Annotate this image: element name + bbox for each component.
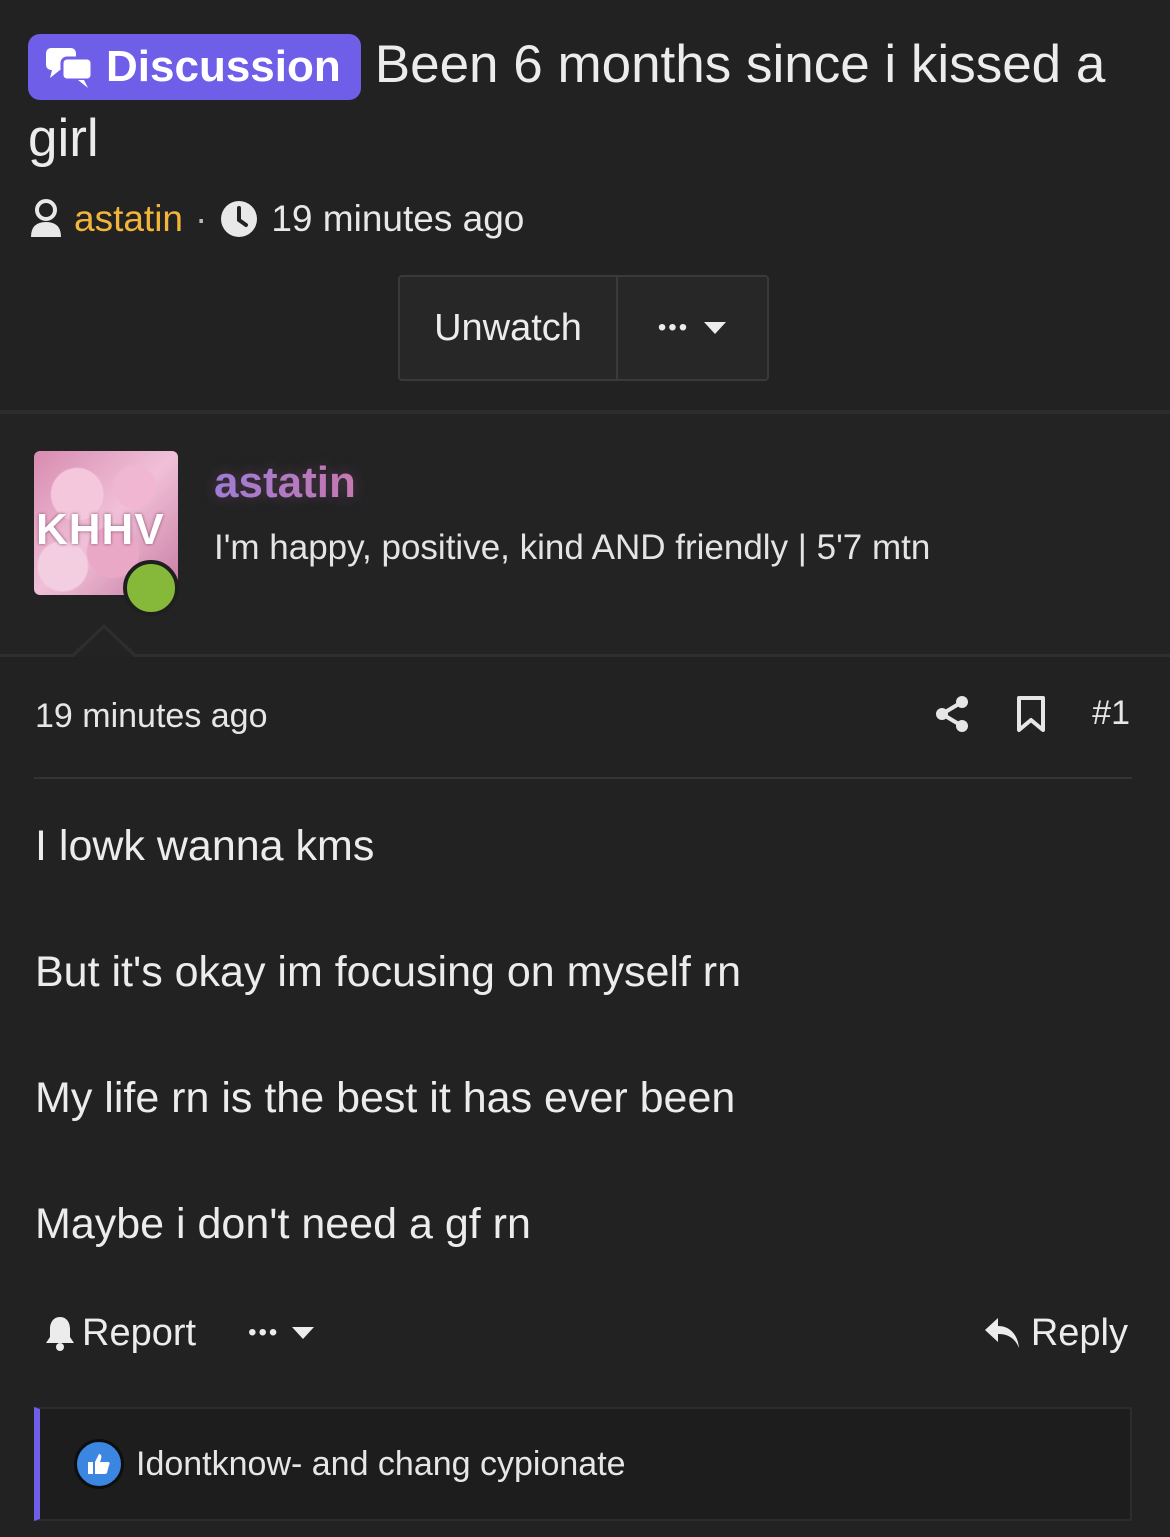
reply-button[interactable]: Reply — [983, 1312, 1128, 1355]
user-icon — [31, 199, 61, 237]
report-label: Report — [82, 1311, 197, 1354]
thread-actions: Unwatch ••• — [398, 275, 769, 381]
post-actions: #1 — [934, 694, 1130, 733]
ellipsis-icon: ••• — [248, 1319, 280, 1346]
thread-title-line: Discussion Been 6 months since i kissed … — [28, 28, 1143, 176]
clock-icon — [221, 201, 258, 237]
bookmark-icon[interactable] — [1016, 695, 1046, 733]
online-status-indicator — [123, 560, 179, 616]
post-line: My life rn is the best it has ever been — [35, 1074, 736, 1122]
reply-arrow-icon — [984, 1318, 1019, 1348]
thread-header: Discussion Been 6 months since i kissed … — [0, 0, 1170, 410]
post-footer: Report ••• Reply — [44, 1310, 1128, 1356]
chevron-down-icon — [292, 1327, 315, 1339]
reactions-text: Idontknow- and chang cypionate — [136, 1444, 626, 1483]
post-line: I lowk wanna kms — [35, 822, 375, 870]
like-reaction-icon — [74, 1439, 124, 1489]
reply-label: Reply — [1030, 1311, 1128, 1354]
post-number[interactable]: #1 — [1092, 694, 1130, 733]
post-divider — [34, 777, 1132, 779]
post-line: Maybe i don't need a gf rn — [35, 1200, 531, 1248]
post-body: I lowk wanna kms But it's okay im focusi… — [35, 820, 1135, 1324]
post-more-button[interactable]: ••• — [248, 1319, 315, 1347]
meta-separator: · — [195, 198, 208, 239]
chat-bubbles-icon — [46, 48, 94, 88]
post-line: But it's okay im focusing on myself rn — [35, 948, 742, 996]
discussion-badge-label: Discussion — [106, 42, 341, 91]
report-button[interactable]: Report — [44, 1312, 196, 1355]
reactions-bar[interactable]: Idontknow- and chang cypionate — [34, 1407, 1132, 1521]
avatar-text: KHHV — [36, 505, 165, 554]
post-time[interactable]: 19 minutes ago — [35, 697, 268, 736]
thread-author-link[interactable]: astatin — [74, 198, 183, 240]
author-name-link[interactable]: astatin — [214, 458, 356, 508]
author-bio: I'm happy, positive, kind AND friendly |… — [214, 528, 931, 567]
thread-more-button[interactable]: ••• — [618, 277, 767, 379]
bell-icon — [46, 1317, 74, 1351]
share-icon[interactable] — [934, 695, 970, 733]
thread-time: 19 minutes ago — [271, 198, 525, 239]
chevron-down-icon — [704, 322, 727, 334]
thread-meta: astatin · 19 minutes ago — [28, 196, 524, 242]
unwatch-button[interactable]: Unwatch — [400, 277, 618, 379]
discussion-badge[interactable]: Discussion — [28, 34, 361, 100]
ellipsis-icon: ••• — [657, 314, 690, 341]
author-pointer-inner — [73, 628, 135, 658]
